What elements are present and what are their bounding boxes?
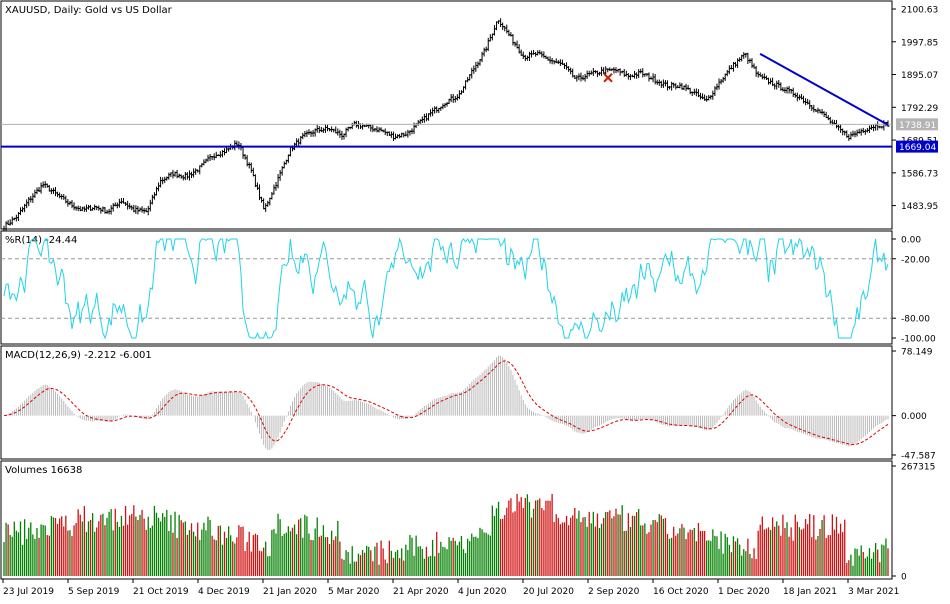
trading-chart[interactable]: XAUUSD, Daily: Gold vs US Dollar %R(14) … bbox=[0, 0, 950, 600]
time-tick-label: 5 Sep 2019 bbox=[68, 587, 120, 597]
wr-tick-label: -20.00 bbox=[901, 255, 930, 265]
current-price-text: 1738.91 bbox=[899, 121, 936, 131]
macd-tick-label: 0.000 bbox=[901, 412, 927, 422]
time-tick-label: 23 Jul 2019 bbox=[3, 587, 54, 597]
time-tick-label: 4 Jun 2020 bbox=[458, 587, 507, 597]
time-tick-label: 4 Dec 2019 bbox=[198, 587, 250, 597]
time-tick-label: 21 Jan 2020 bbox=[263, 587, 317, 597]
time-tick-label: 21 Oct 2019 bbox=[133, 587, 189, 597]
support-price-text: 1669.04 bbox=[899, 143, 936, 153]
price-pane-title: XAUUSD, Daily: Gold vs US Dollar bbox=[5, 5, 173, 16]
wr-tick-label: 0.00 bbox=[901, 235, 921, 245]
price-pane[interactable]: XAUUSD, Daily: Gold vs US Dollar bbox=[0, 0, 893, 233]
price-tick-label: 1997.85 bbox=[901, 38, 938, 48]
time-tick-label: 3 Mar 2021 bbox=[848, 587, 899, 597]
price-tick-label: 1895.07 bbox=[901, 71, 938, 81]
price-tick-label: 1792.29 bbox=[901, 104, 938, 114]
time-tick-label: 2 Sep 2020 bbox=[588, 587, 640, 597]
wr-tick-label: -80.00 bbox=[901, 315, 930, 325]
macd-tick-label: 78.149 bbox=[901, 348, 933, 358]
time-tick-label: 20 Jul 2020 bbox=[523, 587, 574, 597]
price-tick-label: 2100.63 bbox=[901, 5, 938, 15]
time-scale[interactable]: 23 Jul 2019 5 Sep 2019 21 Oct 2019 4 Dec 20… bbox=[2, 579, 899, 597]
time-tick-label: 1 Dec 2020 bbox=[718, 587, 770, 597]
time-tick-label: 21 Apr 2020 bbox=[393, 587, 449, 597]
volume-tick-label: 267315 bbox=[901, 463, 935, 473]
macd-label: MACD(12,26,9) -2.212 -6.001 bbox=[5, 350, 152, 361]
volume-tick-label: 0 bbox=[901, 573, 907, 583]
time-tick-label: 5 Mar 2020 bbox=[328, 587, 380, 597]
wr-tick-label: -100.00 bbox=[901, 335, 936, 345]
price-tick-label: 1483.95 bbox=[901, 202, 938, 212]
price-scale[interactable]: 2100.631997.851895.071792.291689.511586.… bbox=[892, 5, 938, 583]
williams-r-pane[interactable]: %R(14) -24.44 bbox=[0, 230, 893, 345]
volumes-label: Volumes 16638 bbox=[5, 465, 82, 476]
time-tick-label: 16 Oct 2020 bbox=[653, 587, 709, 597]
volumes-pane[interactable]: Volumes 16638 bbox=[0, 460, 893, 580]
price-tick-label: 1586.73 bbox=[901, 169, 938, 179]
williams-r-label: %R(14) -24.44 bbox=[5, 235, 77, 246]
macd-tick-label: -47.587 bbox=[901, 452, 936, 462]
macd-pane[interactable]: MACD(12,26,9) -2.212 -6.001 bbox=[0, 345, 893, 460]
time-tick-label: 18 Jan 2021 bbox=[783, 587, 837, 597]
